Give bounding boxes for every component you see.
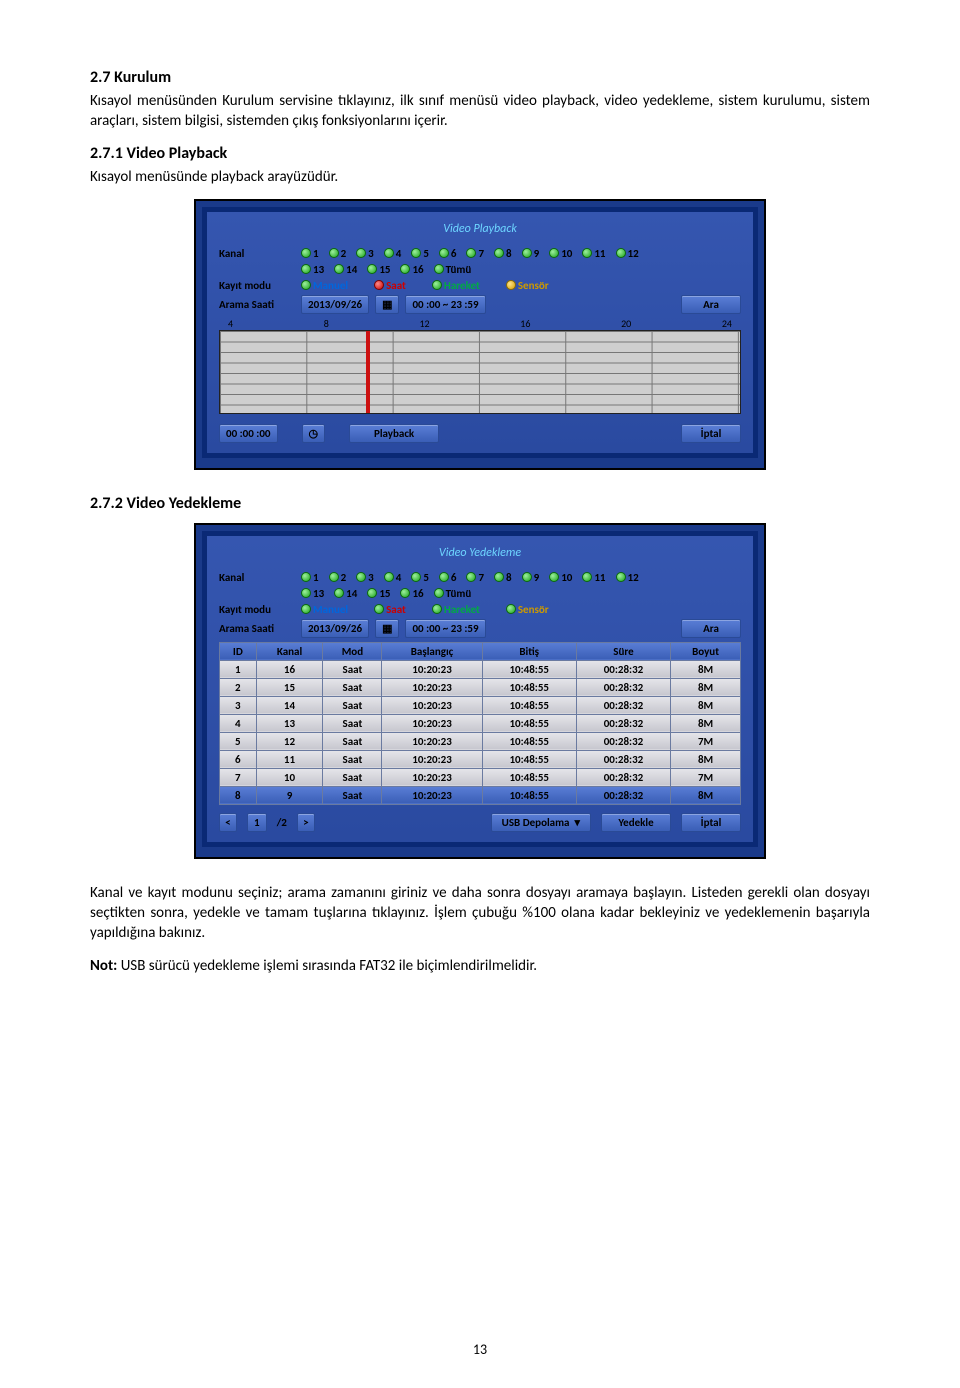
time-range-input[interactable]: 00 :00 ~ 23 :59 xyxy=(405,295,485,314)
storage-select[interactable]: USB Depolama ▾ xyxy=(491,813,591,832)
kayit-modu-label: Kayıt modu xyxy=(219,279,301,292)
channel-14[interactable]: 14 xyxy=(334,587,357,600)
mode-manuel[interactable]: Manuel xyxy=(301,279,348,292)
channel-9[interactable]: 9 xyxy=(522,247,540,260)
kanal-label: Kanal xyxy=(219,571,301,584)
channel-7[interactable]: 7 xyxy=(466,247,484,260)
table-row[interactable]: 116Saat10:20:2310:48:5500:28:328M xyxy=(220,660,741,678)
table-row[interactable]: 611Saat10:20:2310:48:5500:28:328M xyxy=(220,750,741,768)
ara-button[interactable]: Ara xyxy=(681,295,741,314)
pager-prev[interactable]: < xyxy=(219,813,237,832)
mode-sensor[interactable]: Sensör xyxy=(506,279,549,292)
table-row[interactable]: 710Saat10:20:2310:48:5500:28:327M xyxy=(220,768,741,786)
timeline-grid[interactable]: 4 8 12 16 20 24 xyxy=(219,330,741,414)
ara-button[interactable]: Ara xyxy=(681,619,741,638)
section-272-title: 2.7.2 Video Yedekleme xyxy=(90,494,870,513)
channel-15[interactable]: 15 xyxy=(367,263,390,276)
panel-title: Video Yedekleme xyxy=(219,542,741,568)
note-body: USB sürücü yedekleme işlemi sırasında FA… xyxy=(117,957,537,975)
channel-3[interactable]: 3 xyxy=(356,247,374,260)
video-backup-screenshot: Video Yedekleme Kanal 1 2 3 4 5 6 7 8 9 … xyxy=(194,523,766,859)
playback-button[interactable]: Playback xyxy=(349,424,439,443)
video-playback-screenshot: Video Playback Kanal 1 2 3 4 5 6 7 8 9 1… xyxy=(194,199,766,470)
table-row-selected[interactable]: 89Saat10:20:2310:48:5500:28:328M xyxy=(220,786,741,804)
channel-13[interactable]: 13 xyxy=(301,263,324,276)
section-27-title: 2.7 Kurulum xyxy=(90,68,870,87)
channel-12[interactable]: 12 xyxy=(616,247,639,260)
table-row[interactable]: 413Saat10:20:2310:48:5500:28:328M xyxy=(220,714,741,732)
channel-all[interactable]: Tümü xyxy=(434,587,472,600)
channel-12[interactable]: 12 xyxy=(616,571,639,584)
channel-4[interactable]: 4 xyxy=(384,571,402,584)
channel-15[interactable]: 15 xyxy=(367,587,390,600)
kayit-modu-label: Kayıt modu xyxy=(219,603,301,616)
section-27-body: Kısayol menüsünden Kurulum servisine tık… xyxy=(90,91,870,132)
panel-title: Video Playback xyxy=(219,218,741,244)
iptal-button[interactable]: İptal xyxy=(681,813,741,832)
channel-8[interactable]: 8 xyxy=(494,247,512,260)
section-271-body: Kısayol menüsünde playback arayüzüdür. xyxy=(90,167,870,187)
mode-saat[interactable]: Saat xyxy=(374,279,406,292)
section-272-body: Kanal ve kayıt modunu seçiniz; arama zam… xyxy=(90,883,870,944)
page-number: 13 xyxy=(0,1341,960,1358)
time-range-input[interactable]: 00 :00 ~ 23 :59 xyxy=(405,619,485,638)
channel-5[interactable]: 5 xyxy=(411,247,429,260)
pager-total: /2 xyxy=(277,816,287,829)
channel-6[interactable]: 6 xyxy=(439,247,457,260)
mode-manuel[interactable]: Manuel xyxy=(301,603,348,616)
timeline-cursor[interactable] xyxy=(366,331,370,413)
note: Not: USB sürücü yedekleme işlemi sırasın… xyxy=(90,956,870,976)
table-row[interactable]: 215Saat10:20:2310:48:5500:28:328M xyxy=(220,678,741,696)
channel-16[interactable]: 16 xyxy=(400,263,423,276)
channel-9[interactable]: 9 xyxy=(522,571,540,584)
channel-6[interactable]: 6 xyxy=(439,571,457,584)
channel-all[interactable]: Tümü xyxy=(434,263,472,276)
arama-saati-label: Arama Saati xyxy=(219,622,301,635)
cancel-button[interactable]: İptal xyxy=(681,424,741,443)
channel-1[interactable]: 1 xyxy=(301,247,319,260)
section-271-title: 2.7.1 Video Playback xyxy=(90,144,870,163)
channel-10[interactable]: 10 xyxy=(549,247,572,260)
mode-saat[interactable]: Saat xyxy=(374,603,406,616)
channel-8[interactable]: 8 xyxy=(494,571,512,584)
table-row[interactable]: 512Saat10:20:2310:48:5500:28:327M xyxy=(220,732,741,750)
pager-page[interactable]: 1 xyxy=(247,813,267,832)
channel-2[interactable]: 2 xyxy=(329,247,347,260)
calendar-icon[interactable]: ▦ xyxy=(375,619,399,638)
mode-hareket[interactable]: Hareket xyxy=(432,603,480,616)
date-input[interactable]: 2013/09/26 xyxy=(301,295,369,314)
channel-16[interactable]: 16 xyxy=(400,587,423,600)
arama-saati-label: Arama Saati xyxy=(219,298,301,311)
mode-hareket[interactable]: Hareket xyxy=(432,279,480,292)
mode-sensor[interactable]: Sensör xyxy=(506,603,549,616)
channel-1[interactable]: 1 xyxy=(301,571,319,584)
channel-3[interactable]: 3 xyxy=(356,571,374,584)
note-label: Not: xyxy=(90,957,117,975)
channel-7[interactable]: 7 xyxy=(466,571,484,584)
channel-11[interactable]: 11 xyxy=(582,247,605,260)
kanal-label: Kanal xyxy=(219,247,301,260)
pager-next[interactable]: > xyxy=(297,813,315,832)
channel-11[interactable]: 11 xyxy=(582,571,605,584)
current-time: 00 :00 :00 xyxy=(219,424,278,443)
calendar-icon[interactable]: ▦ xyxy=(375,295,399,314)
channel-5[interactable]: 5 xyxy=(411,571,429,584)
channel-4[interactable]: 4 xyxy=(384,247,402,260)
table-row[interactable]: 314Saat10:20:2310:48:5500:28:328M xyxy=(220,696,741,714)
clock-icon[interactable]: ◷ xyxy=(302,424,326,443)
channel-14[interactable]: 14 xyxy=(334,263,357,276)
channel-2[interactable]: 2 xyxy=(329,571,347,584)
channel-13[interactable]: 13 xyxy=(301,587,324,600)
results-table: ID Kanal Mod Başlangıç Bitiş Süre Boyut … xyxy=(219,642,741,805)
channel-10[interactable]: 10 xyxy=(549,571,572,584)
table-header-row: ID Kanal Mod Başlangıç Bitiş Süre Boyut xyxy=(220,642,741,660)
date-input[interactable]: 2013/09/26 xyxy=(301,619,369,638)
yedekle-button[interactable]: Yedekle xyxy=(601,813,671,832)
